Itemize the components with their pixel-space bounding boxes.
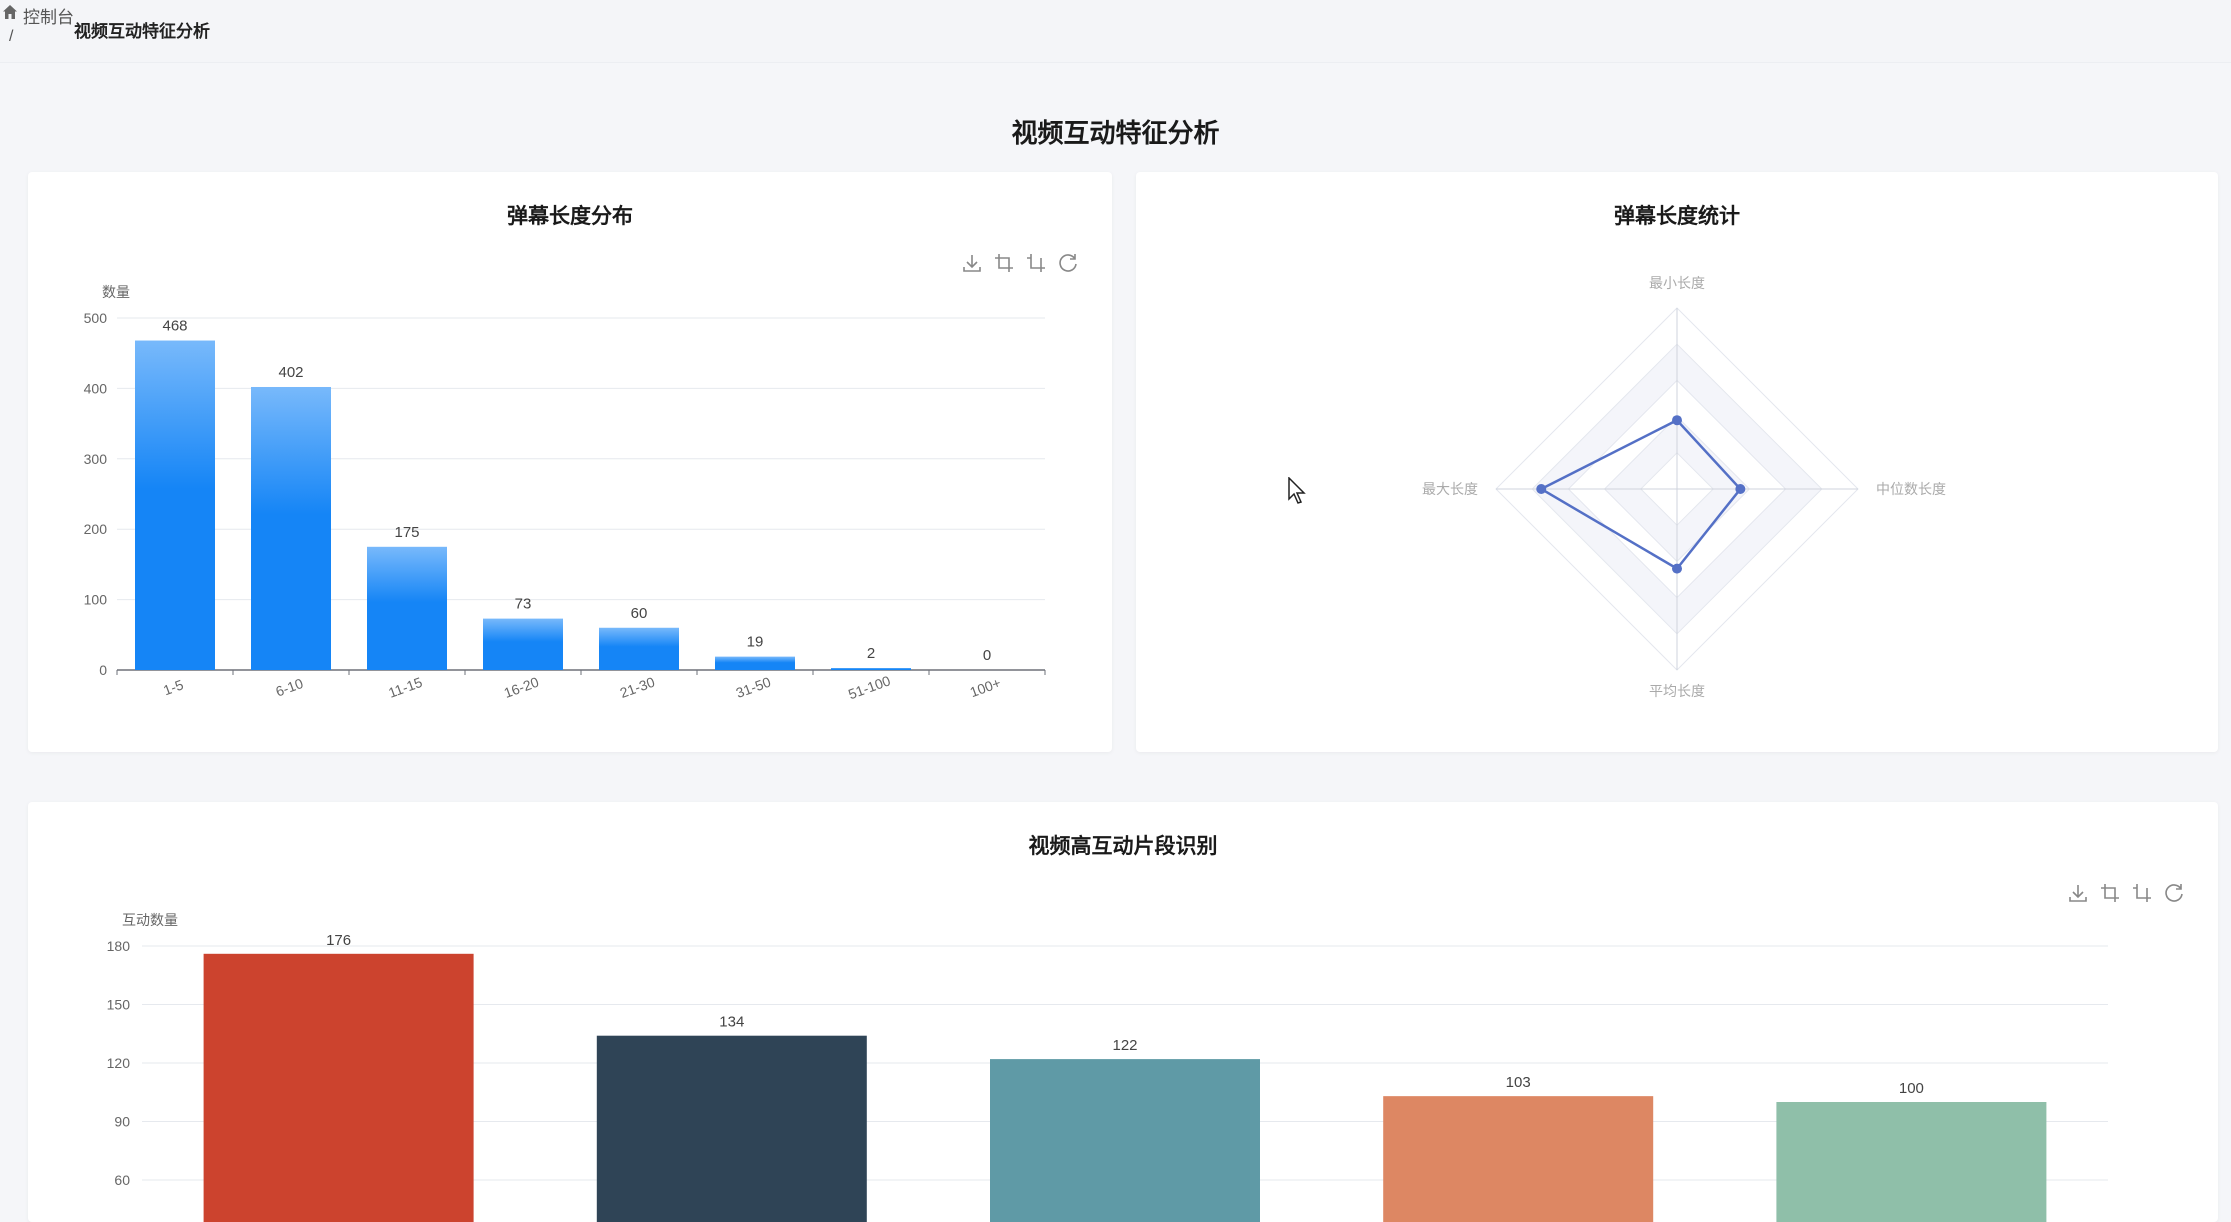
data-label: 103 xyxy=(1506,1074,1531,1091)
bar[interactable] xyxy=(831,668,911,670)
radar-indicator-label: 中位数长度 xyxy=(1876,481,1946,497)
page-title: 视频互动特征分析 xyxy=(1011,118,1220,148)
breadcrumb-home[interactable]: 控制台 xyxy=(23,3,74,28)
mouse-cursor-icon xyxy=(1288,477,1306,504)
x-tick-label: 21-30 xyxy=(618,674,657,701)
y-tick-label: 180 xyxy=(107,938,131,954)
radar-indicator-label: 最小长度 xyxy=(1649,275,1705,291)
zoom-reset-icon[interactable] xyxy=(2133,884,2151,902)
data-label: 468 xyxy=(162,318,187,335)
radar-indicator-label: 平均长度 xyxy=(1649,683,1705,699)
x-tick-label: 100+ xyxy=(968,674,1003,700)
x-tick-label: 11-15 xyxy=(386,674,424,701)
data-label: 134 xyxy=(719,1014,744,1031)
high-interaction-bar-chart: 互动数量 60 90 120 150 180 176 134 122 103 100 xyxy=(107,884,2183,1222)
download-icon[interactable] xyxy=(2069,885,2087,902)
bar[interactable] xyxy=(203,953,474,1222)
data-label: 19 xyxy=(747,634,764,651)
bar[interactable] xyxy=(1776,1102,2047,1222)
radar-point[interactable] xyxy=(1672,415,1682,426)
x-tick-label: 1-5 xyxy=(161,676,186,698)
data-label: 73 xyxy=(515,596,532,613)
y-axis-label: 数量 xyxy=(102,284,130,300)
zoom-icon[interactable] xyxy=(2101,884,2119,902)
y-tick-label: 200 xyxy=(84,521,108,537)
radar-point[interactable] xyxy=(1735,484,1746,494)
chart-toolbox xyxy=(963,254,1077,272)
data-label: 402 xyxy=(278,364,303,381)
x-tick-label: 51-100 xyxy=(846,672,893,702)
y-tick-label: 500 xyxy=(84,310,108,326)
radar-point[interactable] xyxy=(1672,563,1682,574)
y-tick-label: 90 xyxy=(114,1114,130,1130)
radar-indicator-label: 最大长度 xyxy=(1422,481,1478,497)
chart-toolbox xyxy=(2069,884,2183,902)
radar-point[interactable] xyxy=(1536,484,1547,494)
data-label: 176 xyxy=(326,932,351,949)
restore-icon[interactable] xyxy=(1059,254,1077,272)
breadcrumb-bar: 控制台 / 视频互动特征分析 xyxy=(0,0,2231,63)
bar[interactable] xyxy=(599,627,679,670)
y-tick-label: 0 xyxy=(99,662,107,678)
bar[interactable] xyxy=(135,340,215,670)
data-label: 122 xyxy=(1112,1037,1137,1054)
y-tick-label: 300 xyxy=(84,451,108,467)
breadcrumb-separator: / xyxy=(9,28,14,45)
zoom-icon[interactable] xyxy=(995,254,1013,272)
bar[interactable] xyxy=(715,656,795,670)
danmaku-length-radar-chart: 最小长度中位数长度平均长度 最大长度 xyxy=(1422,275,1946,699)
data-label: 60 xyxy=(631,605,648,622)
bar[interactable] xyxy=(483,618,563,670)
bar[interactable] xyxy=(251,386,331,670)
download-icon[interactable] xyxy=(963,255,981,272)
data-label: 175 xyxy=(394,524,419,541)
data-label: 0 xyxy=(983,647,991,664)
x-tick-label: 31-50 xyxy=(734,674,773,701)
y-tick-label: 400 xyxy=(84,380,108,396)
y-tick-label: 100 xyxy=(84,592,108,608)
danmaku-length-bar-chart: 数量 0 100 200 300 400 500 468 1-5 402 6-10 175 11-15 7… xyxy=(84,254,1077,702)
x-tick-label: 16-20 xyxy=(502,674,541,701)
y-tick-label: 60 xyxy=(114,1172,130,1188)
danmaku-length-stats-card: 弹幕长度统计 最小长度 中位数长度 平均长度 最大长度 xyxy=(1136,172,2218,752)
bar[interactable] xyxy=(367,546,447,670)
restore-icon[interactable] xyxy=(2165,884,2183,902)
home-icon[interactable] xyxy=(2,4,18,20)
y-axis-label: 互动数量 xyxy=(122,912,178,928)
danmaku-length-distribution-card: 弹幕长度分布 数量 0 100 200 300 400 500 468 1-5 402 6-10 17… xyxy=(28,172,1112,752)
bar[interactable] xyxy=(1383,1096,1654,1222)
zoom-reset-icon[interactable] xyxy=(1027,254,1045,272)
x-tick-label: 6-10 xyxy=(273,675,305,700)
data-label: 2 xyxy=(867,645,875,662)
bar[interactable] xyxy=(596,1035,867,1222)
high-interaction-segments-card: 视频高互动片段识别 互动数量 60 90 120 150 180 176 134 122 103 1… xyxy=(28,802,2218,1222)
y-tick-label: 120 xyxy=(107,1055,131,1071)
bar[interactable] xyxy=(990,1059,1260,1222)
breadcrumb-current: 视频互动特征分析 xyxy=(74,22,210,41)
data-label: 100 xyxy=(1899,1080,1924,1097)
y-tick-label: 150 xyxy=(107,997,131,1013)
